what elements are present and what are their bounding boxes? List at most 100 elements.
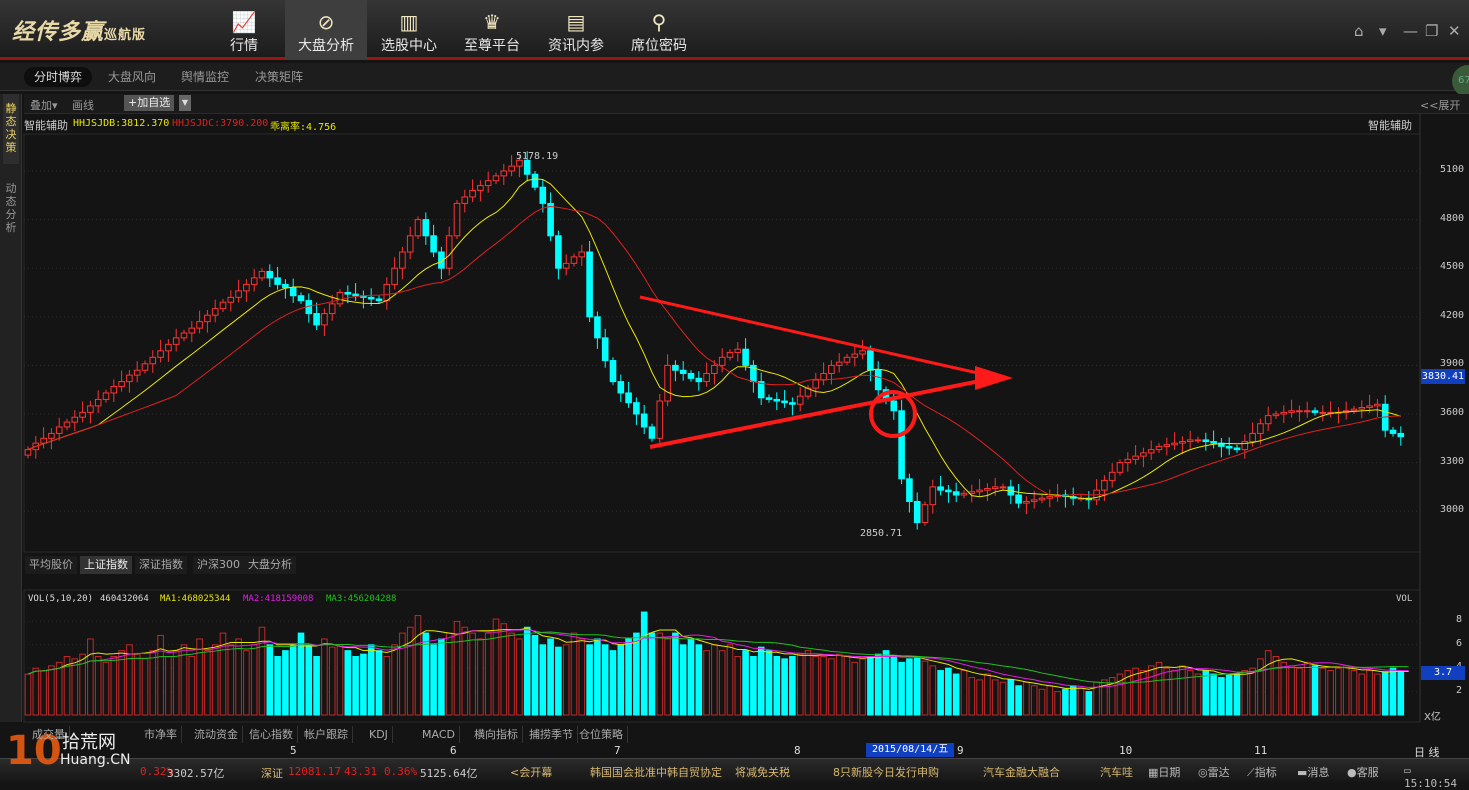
candle-down [695, 377, 703, 383]
indicator-tab[interactable]: 横向指标 [470, 726, 523, 743]
volume-bar-up [149, 650, 157, 716]
minimize-icon[interactable]: — [1403, 22, 1418, 40]
draw-line-button[interactable]: 画线 [72, 97, 94, 113]
index-tab-market-analysis[interactable]: 大盘分析 [244, 556, 296, 574]
indicator-tab[interactable]: 信心指数 [245, 726, 298, 743]
bar-chart-icon: ▥ [399, 10, 419, 34]
volume-bar-up [196, 638, 203, 716]
news-item[interactable]: 韩国国会批准中韩自贸协定 [590, 764, 722, 780]
index-tab-avg-price[interactable]: 平均股价 [25, 556, 77, 574]
x-axis-label: 11 [1254, 744, 1268, 757]
smart-assist-label: 智能辅助 [24, 119, 68, 132]
subtab-intraday[interactable]: 分时博弈 [24, 67, 93, 87]
candle-up [796, 395, 804, 405]
indicator-button[interactable]: ⟋指标 [1247, 764, 1277, 780]
volume-bar-up [570, 632, 578, 716]
volume-ma3: MA3:456204288 [326, 594, 397, 604]
candle-up [984, 488, 991, 491]
candle-up [118, 381, 125, 387]
indicator-tab[interactable]: KDJ [365, 726, 393, 743]
left-vertical-tabs: 静态决策 动态分析 [0, 94, 22, 722]
candle-up [250, 277, 258, 285]
nav-market-analysis[interactable]: ⊘ 大盘分析 [285, 0, 367, 60]
news-item[interactable]: 汽车哇 [1100, 764, 1133, 780]
radar-icon: ◎ [1198, 766, 1208, 779]
indicator-tab[interactable]: 帐户跟踪 [300, 726, 353, 743]
indicator-tab[interactable]: 仓位策略 [575, 726, 628, 743]
index-tab-hs300[interactable]: 沪深300 [193, 556, 244, 574]
volume-bar-down [547, 638, 554, 716]
volume-bar-up [991, 679, 999, 716]
candle-up [1358, 407, 1366, 410]
news-item[interactable]: <会开幕 [510, 764, 552, 780]
news-item[interactable]: 将减免关税 [735, 764, 790, 780]
news-item[interactable]: 8只新股今日发行申购 [833, 764, 939, 780]
service-button[interactable]: ●客服 [1347, 764, 1379, 780]
radar-button[interactable]: ◎雷达 [1198, 764, 1230, 780]
subtab-sentiment[interactable]: 舆情监控 [171, 67, 239, 87]
close-icon[interactable]: ✕ [1448, 22, 1461, 40]
deviation-rate: 乖离率:4.756 [270, 122, 337, 133]
nav-news[interactable]: ▤ 资讯内参 [535, 0, 617, 60]
calendar-icon: ▦ [1148, 766, 1159, 779]
volume-bar-up [1194, 673, 1202, 716]
candle-up [383, 283, 391, 302]
volume-bar-up [477, 638, 484, 716]
news-item[interactable]: 汽车金融大融合 [983, 764, 1060, 780]
x-axis-label: 9 [957, 744, 964, 757]
index-tab-shanghai[interactable]: 上证指数 [80, 556, 132, 574]
app-logo: 经传多赢巡航版 [12, 20, 147, 45]
volume-bar-up [157, 634, 164, 716]
candle-down [867, 350, 874, 371]
sz-index: 12081.17 [288, 765, 341, 778]
volume-tick: 8 [1456, 614, 1463, 626]
nav-seat-code[interactable]: ⚲ 席位密码 [618, 0, 700, 60]
message-button[interactable]: ▬消息 [1297, 764, 1329, 780]
volume-bar-up [1280, 661, 1288, 716]
volume-bar-down [313, 656, 320, 716]
nav-label: 行情 [230, 38, 258, 54]
subtab-decision-matrix[interactable]: 决策矩阵 [245, 67, 313, 87]
add-watchlist-dropdown[interactable]: ▼ [179, 95, 191, 111]
volume-bar-down [1202, 670, 1210, 716]
candle-down [313, 313, 320, 326]
date-button[interactable]: ▦日期 [1148, 764, 1180, 780]
candle-down [672, 364, 679, 371]
menu-icon[interactable]: ▾ [1379, 22, 1387, 40]
candle-up [180, 332, 188, 339]
subtab-market-direction[interactable]: 大盘风向 [98, 67, 166, 87]
nav-stock-picker[interactable]: ▥ 选股中心 [368, 0, 450, 60]
volume-bar-down [430, 644, 437, 716]
volume-bar-up [24, 673, 32, 716]
indicator-tab[interactable]: 成交量 [28, 726, 70, 743]
volume-bar-down [625, 638, 632, 716]
restore-icon[interactable]: ❐ [1425, 22, 1438, 40]
chart-toolbar: 叠加▾ 画线 +加自选 ▼ <<展开 [24, 94, 1469, 114]
volume-bar-up [1249, 667, 1256, 716]
indicator-tab[interactable]: MACD [418, 726, 460, 743]
volume-bar-down [601, 644, 609, 716]
candle-up [321, 313, 328, 326]
overlay-button[interactable]: 叠加▾ [30, 97, 58, 113]
volume-bar-up [1350, 670, 1358, 716]
nav-label: 选股中心 [381, 38, 437, 54]
tab-dynamic-analysis[interactable]: 动态分析 [3, 174, 19, 244]
candle-up [48, 432, 55, 439]
nav-premium[interactable]: ♛ 至尊平台 [451, 0, 533, 60]
volume-bar-up [516, 638, 523, 716]
index-tab-shenzhen[interactable]: 深证指数 [135, 556, 187, 574]
high-annotation: 5178.19 [516, 151, 559, 162]
expand-button[interactable]: <<展开 [1420, 97, 1460, 113]
candle-down [367, 296, 375, 300]
candle-up [63, 421, 71, 428]
volume-bar-up [172, 650, 180, 716]
tab-static-decision[interactable]: 静态决策 [3, 94, 19, 164]
volume-bar-down [890, 656, 898, 716]
nav-quotes[interactable]: 📈 行情 [203, 0, 285, 60]
home-icon[interactable]: ⌂ [1354, 22, 1364, 40]
add-watchlist-button[interactable]: +加自选 [124, 95, 175, 111]
indicator-tab[interactable]: 市净率 [140, 726, 182, 743]
indicator-tab[interactable]: 流动资金 [190, 726, 243, 743]
candle-up [508, 165, 515, 172]
indicator-tab[interactable]: 捕捞季节 [525, 726, 578, 743]
